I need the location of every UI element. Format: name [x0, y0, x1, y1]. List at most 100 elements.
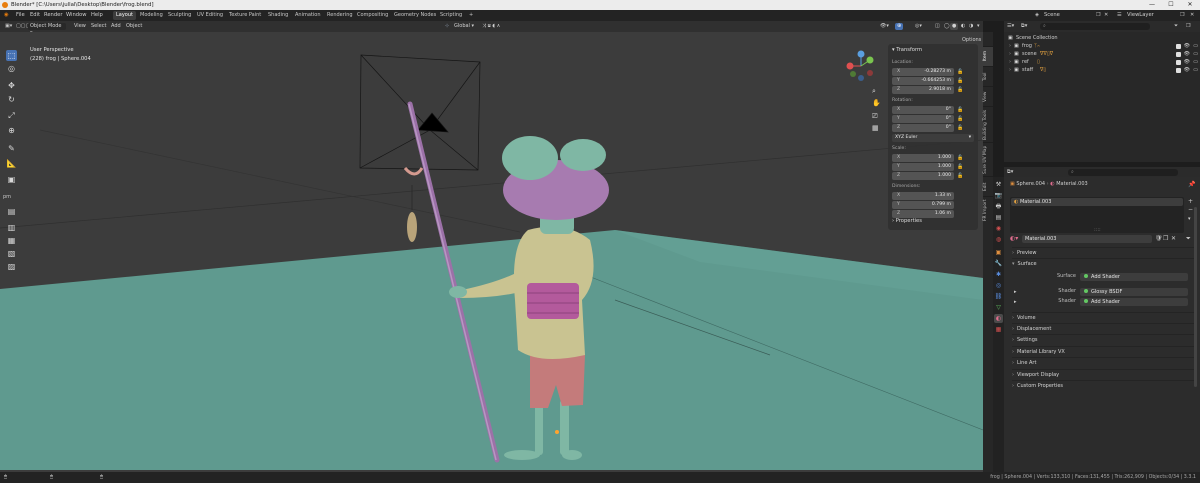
tab-scripting[interactable]: Scripting: [437, 11, 465, 20]
tab-texture-paint[interactable]: Texture Paint: [226, 11, 264, 20]
location-x-field[interactable]: X -0.28273 m: [892, 68, 954, 76]
object-properties-icon[interactable]: ▣: [994, 248, 1003, 257]
tab-building-tools[interactable]: Building Tools: [983, 106, 993, 142]
add-cube-tool-icon[interactable]: ▣: [6, 174, 17, 185]
cursor-tool-icon[interactable]: ◎: [6, 63, 17, 74]
delete-scene-icon[interactable]: ✕: [1104, 10, 1108, 21]
outliner-row-staff[interactable]: › ▣ staff ᐁ▯ 👁 ▭: [1004, 66, 1200, 74]
world-properties-icon[interactable]: ◍: [994, 235, 1003, 244]
transform-tool-icon[interactable]: ⊕: [6, 125, 17, 136]
scene-selector[interactable]: Scene: [1044, 10, 1060, 21]
solid-shading-icon[interactable]: ●: [950, 23, 959, 30]
outliner-row-ref[interactable]: › ▣ ref ▯ 👁 ▭: [1004, 58, 1200, 66]
shading-options-icon[interactable]: ▾: [975, 23, 982, 30]
filter-icon[interactable]: ⏷: [1174, 21, 1178, 32]
list-resize-handle[interactable]: ::::: [1094, 227, 1101, 233]
fake-user-icon[interactable]: 🛡: [1155, 235, 1163, 242]
perspective-toggle-icon[interactable]: ▦: [872, 124, 879, 132]
visibility-eye-icon[interactable]: 👁: [1184, 66, 1190, 74]
copy-scene-icon[interactable]: ❐: [1096, 10, 1101, 21]
view-layer-selector[interactable]: ViewLayer: [1127, 10, 1154, 21]
menu-file[interactable]: File: [16, 10, 25, 21]
tab-fr-import[interactable]: FR Import: [983, 196, 993, 224]
location-y-field[interactable]: Y -0.664253 m: [892, 77, 954, 85]
options-button[interactable]: Options: [962, 37, 981, 43]
addon-tool-5-icon[interactable]: ▨: [6, 261, 17, 272]
section-line-art[interactable]: › Line Art: [1012, 357, 1194, 368]
tab-geometry-nodes[interactable]: Geometry Nodes: [391, 11, 439, 20]
copy-view-layer-icon[interactable]: ❐: [1180, 10, 1185, 21]
render-properties-icon[interactable]: 📷: [994, 191, 1003, 200]
texture-properties-icon[interactable]: ▦: [994, 325, 1003, 334]
properties-panel-header[interactable]: › Properties: [892, 218, 922, 224]
select-box-tool-icon[interactable]: ⬚: [6, 50, 17, 61]
expand-arrow-icon[interactable]: ▸: [1014, 299, 1017, 305]
tab-compositing[interactable]: Compositing: [354, 11, 391, 20]
navigation-gizmo[interactable]: [845, 49, 875, 83]
particles-properties-icon[interactable]: ✱: [994, 270, 1003, 279]
rotation-y-field[interactable]: Y 0°: [892, 115, 954, 123]
tab-uv-editing[interactable]: UV Editing: [194, 11, 226, 20]
outliner-row-scene[interactable]: › ▣ scene ᐁᐁ▯ᐁ 👁 ▭: [1004, 50, 1200, 58]
tool-properties-icon[interactable]: ⚒: [994, 180, 1003, 189]
menu-add[interactable]: Add: [109, 23, 123, 30]
properties-scrollbar[interactable]: [1194, 207, 1197, 387]
physics-properties-icon[interactable]: ◎: [994, 281, 1003, 290]
lock-icon[interactable]: 🔓: [957, 164, 963, 170]
filter-icon[interactable]: ⏷: [1186, 235, 1191, 243]
render-camera-icon[interactable]: ▭: [1193, 66, 1198, 74]
section-surface[interactable]: ▾ Surface: [1012, 258, 1194, 269]
duplicate-material-icon[interactable]: ❐: [1163, 235, 1168, 242]
location-z-field[interactable]: Z 2.9018 m: [892, 86, 954, 94]
addon-tool-4-icon[interactable]: ▧: [6, 248, 17, 259]
visibility-eye-icon[interactable]: 👁: [1184, 50, 1190, 58]
material-properties-icon[interactable]: ◐: [994, 314, 1003, 323]
material-slot-row[interactable]: ◐ Material.003: [1011, 198, 1183, 206]
lock-icon[interactable]: 🔓: [957, 116, 963, 122]
minimize-button[interactable]: —: [1142, 0, 1162, 10]
measure-tool-icon[interactable]: 📐: [6, 158, 17, 169]
add-slot-button[interactable]: +: [1188, 198, 1193, 205]
section-custom-properties[interactable]: › Custom Properties: [1012, 380, 1194, 391]
data-properties-icon[interactable]: ▽: [994, 303, 1003, 312]
scale-z-field[interactable]: Z 1.000: [892, 172, 954, 180]
rotate-tool-icon[interactable]: ↻: [6, 94, 17, 105]
menu-object[interactable]: Object: [124, 23, 144, 30]
add-workspace-button[interactable]: +: [466, 11, 476, 20]
section-settings[interactable]: › Settings: [1012, 334, 1194, 345]
addon-tool-1-icon[interactable]: ▤: [6, 206, 17, 217]
include-checkbox[interactable]: [1176, 59, 1181, 65]
dimensions-z-field[interactable]: Z 1.06 m: [892, 210, 954, 218]
shader-2-field[interactable]: Add Shader: [1080, 298, 1188, 306]
scale-tool-icon[interactable]: ⤢: [6, 110, 17, 121]
outliner-editor-icon[interactable]: ☰▾: [1007, 21, 1014, 32]
menu-select[interactable]: Select: [89, 23, 108, 30]
maximize-button[interactable]: ☐: [1161, 0, 1181, 10]
pin-icon[interactable]: 📌: [1188, 181, 1195, 188]
editor-type-icon[interactable]: ▣▾: [3, 23, 14, 30]
outliner-row-frog[interactable]: › ▣ frog ᛉ⌒ 👁 ▭: [1004, 42, 1200, 50]
lock-icon[interactable]: 🔓: [957, 78, 963, 84]
tab-edit[interactable]: Edit: [983, 176, 993, 196]
include-checkbox[interactable]: [1176, 43, 1181, 49]
display-mode-icon[interactable]: ⧉▾: [1021, 21, 1027, 32]
tab-layout[interactable]: Layout: [113, 11, 136, 20]
lock-icon[interactable]: 🔓: [957, 107, 963, 113]
section-displacement[interactable]: › Displacement: [1012, 323, 1194, 334]
tab-shading[interactable]: Shading: [265, 11, 291, 20]
rotation-mode-dropdown[interactable]: XYZ Euler ▾: [892, 134, 974, 142]
remove-slot-button[interactable]: −: [1188, 206, 1193, 213]
lock-icon[interactable]: 🔓: [957, 87, 963, 93]
shader-1-field[interactable]: Glossy BSDF: [1080, 288, 1188, 296]
lock-icon[interactable]: 🔓: [957, 69, 963, 75]
tab-sure-uv-map[interactable]: Sure UV Map: [983, 142, 993, 176]
unlink-material-icon[interactable]: ✕: [1171, 235, 1176, 242]
section-viewport-display[interactable]: › Viewport Display: [1012, 369, 1194, 380]
rotation-x-field[interactable]: X 0°: [892, 106, 954, 114]
lock-icon[interactable]: 🔓: [957, 155, 963, 161]
tab-tool[interactable]: Tool: [983, 66, 993, 86]
overlay-toggle-icon[interactable]: ◎▾: [913, 23, 924, 30]
visibility-icon[interactable]: 👁▾: [878, 23, 891, 30]
render-camera-icon[interactable]: ▭: [1193, 58, 1198, 66]
lock-icon[interactable]: 🔓: [957, 125, 963, 131]
